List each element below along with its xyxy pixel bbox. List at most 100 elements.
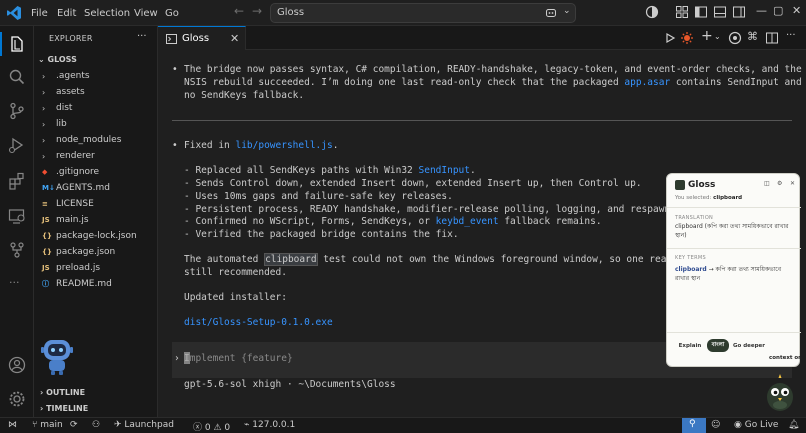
close-tab-icon[interactable]: ✕ — [230, 32, 239, 45]
file-item[interactable]: {} package.json — [42, 244, 158, 260]
folder-item[interactable]: › renderer — [42, 148, 158, 164]
copilot-status-icon[interactable]: ☺ — [711, 420, 720, 430]
intro-line-1: The bridge now passes syntax, C# compila… — [184, 64, 802, 75]
gloss-close-icon[interactable]: ✕ — [790, 180, 795, 187]
toggle-primary-sidebar-icon[interactable] — [694, 5, 708, 19]
active-indicator — [0, 32, 2, 56]
powershell-link[interactable]: lib/powershell.js — [235, 140, 332, 151]
timeline-section[interactable]: › TIMELINE — [40, 404, 88, 413]
menu-file[interactable]: File — [31, 0, 48, 26]
folder-item[interactable]: › .agents — [42, 68, 158, 84]
gloss-divider — [667, 207, 801, 208]
go-live-label: Go Live — [744, 420, 779, 430]
command-center[interactable]: Gloss ⌄ — [270, 3, 576, 23]
search-icon[interactable] — [7, 67, 27, 87]
gloss-settings-icon[interactable]: ⚙ — [777, 180, 782, 187]
outline-section[interactable]: › OUTLINE — [40, 388, 85, 397]
file-item[interactable]: JS main.js — [42, 212, 158, 228]
folder-item[interactable]: › dist — [42, 100, 158, 116]
sendinput-link[interactable]: SendInput — [419, 165, 470, 176]
chevron-right-icon: › — [42, 135, 46, 145]
back-arrow-icon[interactable]: ← — [234, 4, 244, 18]
sparkle-icon[interactable] — [680, 31, 694, 45]
installer-link[interactable]: dist/Gloss-Setup-0.1.0.exe — [184, 317, 333, 328]
source-control-icon[interactable] — [7, 101, 27, 121]
intro-line-3: no SendKeys fallback. — [184, 90, 305, 101]
status-bar: ⋈ ⑂ main ⟳ ⚇ ✈ Launchpad ⓧ 0 ⚠ 0 ⌁ 127.0… — [0, 417, 806, 433]
automated-text-end: test could not own the Windows foregroun… — [317, 254, 684, 265]
folder-item[interactable]: › assets — [42, 84, 158, 100]
account-icon[interactable] — [7, 355, 27, 375]
tab-gloss[interactable]: Gloss ✕ — [158, 26, 246, 50]
model-status-line: gpt-5.6-sol xhigh · ~\Documents\Gloss — [184, 379, 396, 390]
explain-button[interactable]: Explain — [675, 339, 705, 352]
language-button[interactable]: বাংলা — [707, 339, 729, 352]
extensions-icon[interactable] — [7, 171, 27, 191]
run-debug-icon[interactable] — [7, 135, 27, 155]
menu-edit[interactable]: Edit — [57, 0, 76, 26]
gloss-history-icon[interactable]: ◫ — [764, 180, 770, 187]
close-window-icon[interactable]: ✕ — [792, 4, 801, 17]
settings-gear-icon[interactable] — [7, 389, 27, 409]
zoom-indicator[interactable]: ⚲ — [682, 418, 706, 433]
toggle-secondary-sidebar-icon[interactable] — [732, 5, 746, 19]
file-item[interactable]: JS preload.js — [42, 260, 158, 276]
file-item[interactable]: M↓ AGENTS.md — [42, 180, 158, 196]
copilot-icon[interactable] — [545, 7, 557, 19]
port-indicator[interactable]: ⌁ 127.0.0.1 — [244, 420, 295, 430]
selected-word: clipboard — [713, 195, 743, 201]
maximize-icon[interactable]: ▢ — [773, 4, 783, 17]
prompt-input[interactable]: Implement {feature} — [184, 353, 293, 364]
bug-icon[interactable]: ⚇ — [92, 420, 100, 430]
keybd-event-link[interactable]: keybd_event — [436, 216, 499, 227]
remote-indicator-icon[interactable]: ⋈ — [8, 420, 17, 430]
toggle-panel-icon[interactable] — [713, 5, 727, 19]
new-chat-icon[interactable]: + — [701, 28, 713, 44]
minimize-icon[interactable]: — — [756, 4, 767, 17]
copilot-status-icon[interactable] — [728, 31, 742, 45]
title-bar: File Edit Selection View Go ← → Gloss ⌄ … — [0, 0, 806, 26]
vscode-logo-icon — [7, 6, 21, 20]
gloss-mascot-icon[interactable] — [764, 373, 796, 413]
file-item[interactable]: {} package-lock.json — [42, 228, 158, 244]
notifications-bell-icon[interactable]: 🔔︎ — [788, 420, 799, 430]
problems-indicator[interactable]: ⓧ 0 ⚠ 0 — [193, 420, 230, 433]
intro-text-end: contains SendInput and — [670, 77, 802, 88]
chevron-down-icon[interactable]: ⌄ — [563, 6, 571, 16]
go-live-button[interactable]: ◉ Go Live — [734, 420, 778, 430]
file-item[interactable]: ⓘ README.md — [42, 276, 158, 292]
explorer-icon[interactable] — [7, 34, 27, 54]
accounts-toggle-icon[interactable] — [645, 5, 659, 19]
go-deeper-button[interactable]: Go deeper — [733, 339, 765, 352]
git-graph-icon[interactable] — [7, 240, 27, 260]
tree-item-label: .gitignore — [56, 167, 100, 177]
launchpad-item[interactable]: ✈ Launchpad — [114, 420, 174, 430]
more-views-icon[interactable]: ··· — [9, 276, 20, 289]
split-editor-icon[interactable] — [765, 31, 779, 45]
workspace-root[interactable]: ⌄ GLOSS — [38, 55, 77, 64]
chevron-right-icon: › — [42, 151, 46, 161]
file-item[interactable]: ◆ .gitignore — [42, 164, 158, 180]
app-asar-link[interactable]: app.asar — [624, 77, 670, 88]
folder-item[interactable]: › node_modules — [42, 132, 158, 148]
sync-icon[interactable]: ⟳ — [70, 420, 78, 430]
bullet-verified: - Verified the packaged bridge contains … — [184, 229, 459, 240]
new-dropdown-icon[interactable]: ⌄ — [714, 32, 721, 41]
editor-more-actions-icon[interactable]: ··· — [786, 30, 796, 41]
bullet-text: - Confirmed no WScript, Forms, SendKeys,… — [184, 216, 436, 227]
menu-selection[interactable]: Selection — [84, 0, 130, 26]
tree-item-label: node_modules — [56, 135, 122, 145]
intro-text: NSIS rebuild succeeded. I’m doing one la… — [184, 77, 625, 88]
layout-custom-icon[interactable] — [675, 5, 689, 19]
more-actions-icon[interactable]: ··· — [137, 31, 147, 42]
branch-indicator[interactable]: ⑂ main — [32, 420, 63, 430]
file-item[interactable]: ≡ LICENSE — [42, 196, 158, 212]
forward-arrow-icon[interactable]: → — [252, 4, 262, 18]
remote-explorer-icon[interactable] — [7, 206, 27, 226]
command-key-icon[interactable]: ⌘ — [747, 30, 758, 43]
folder-item[interactable]: › lib — [42, 116, 158, 132]
menu-go[interactable]: Go — [165, 0, 179, 26]
tree-item-label: preload.js — [56, 263, 101, 273]
run-icon[interactable] — [664, 32, 676, 44]
menu-view[interactable]: View — [134, 0, 158, 26]
